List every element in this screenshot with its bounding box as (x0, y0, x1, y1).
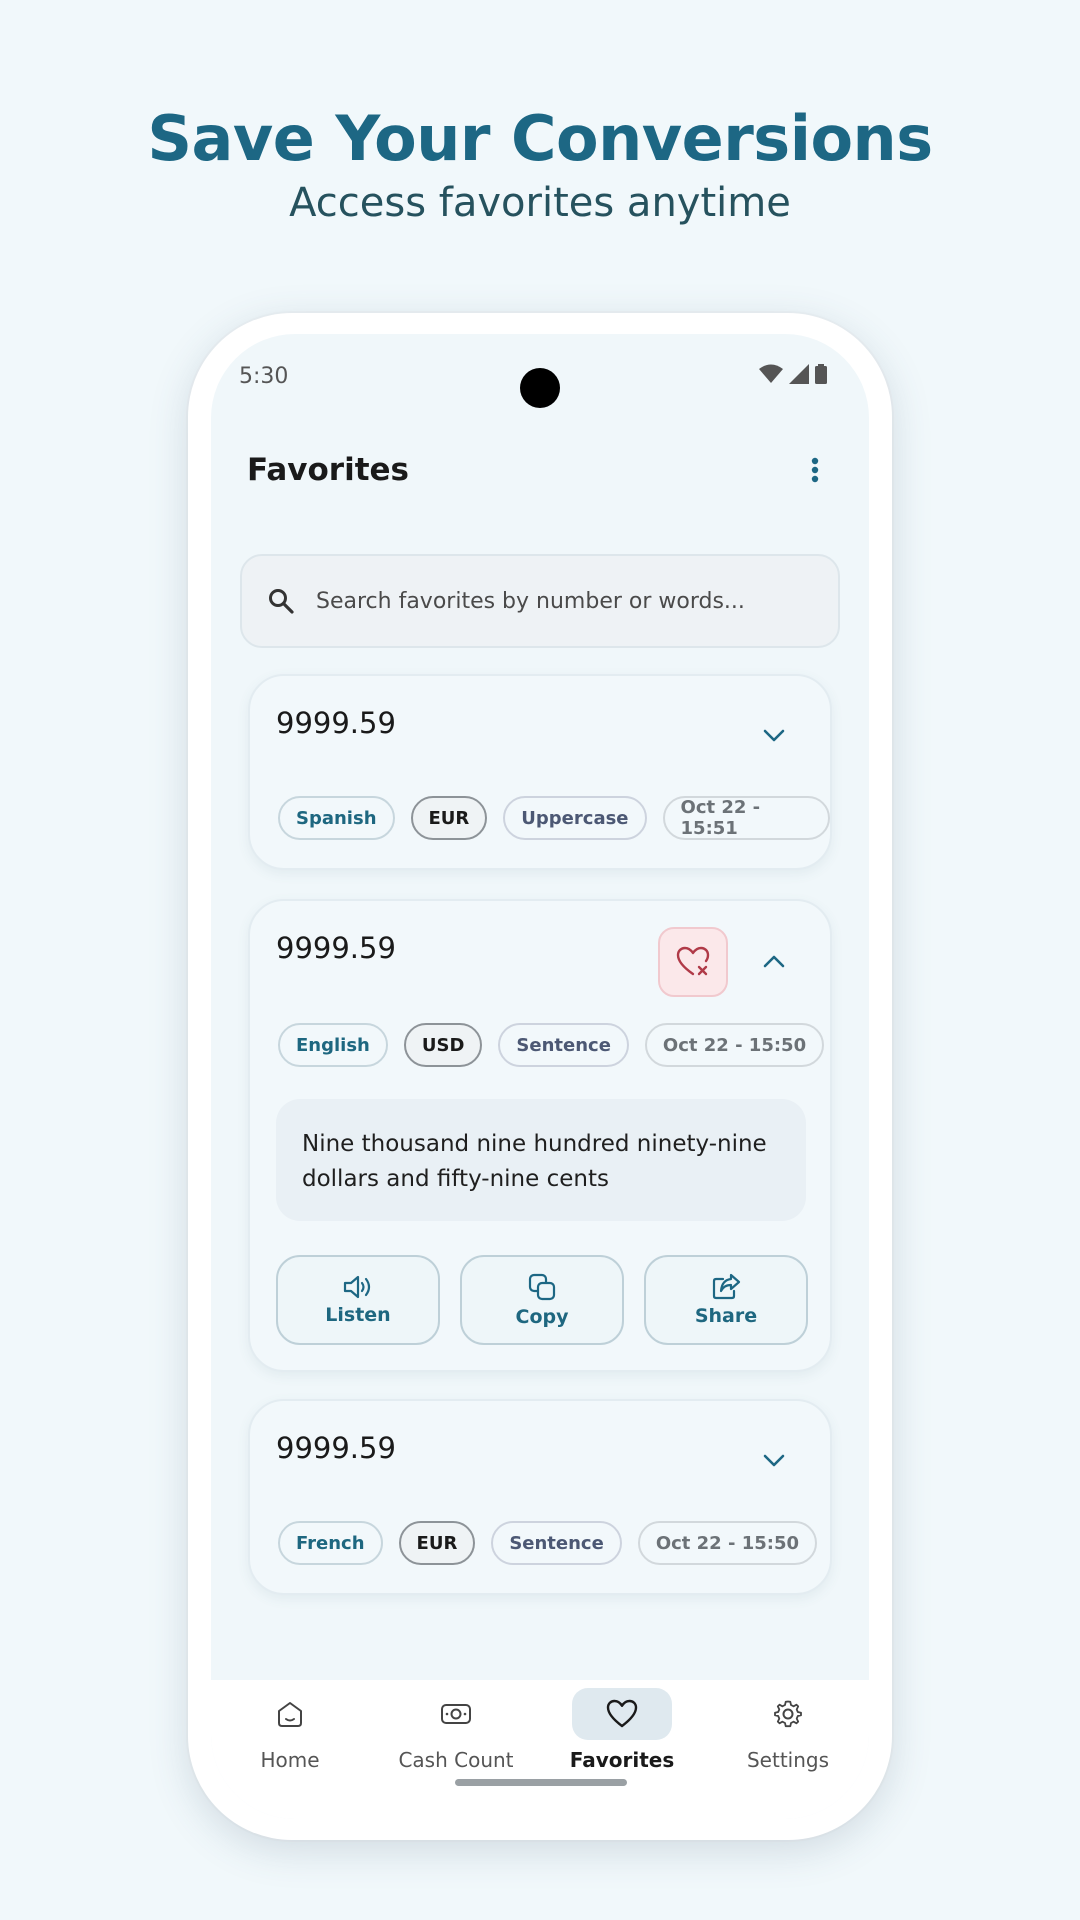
wifi-icon (759, 364, 783, 383)
nav-item-settings[interactable]: Settings (713, 1688, 863, 1788)
bottom-navigation: Home Cash Count Favorites Settings (211, 1680, 869, 1819)
promo-subheadline: Access favorites anytime (289, 180, 791, 226)
nav-label-favorites: Favorites (569, 1748, 675, 1772)
listen-label: Listen (325, 1304, 391, 1326)
battery-icon (815, 364, 827, 384)
tag-row: Spanish EUR Uppercase Oct 22 - 15:51 (278, 796, 830, 840)
copy-icon (528, 1273, 556, 1301)
currency-chip: USD (403, 1023, 483, 1067)
nav-icon-container (738, 1688, 838, 1740)
nav-item-cash-count[interactable]: Cash Count (381, 1688, 531, 1788)
date-chip: Oct 22 - 15:50 (644, 1023, 825, 1067)
nav-icon-container (406, 1688, 506, 1740)
search-icon (269, 589, 294, 614)
more-options-button[interactable] (797, 452, 833, 488)
phone-frame: 5:30 Favorites 9999.59 (188, 313, 892, 1840)
expand-button[interactable] (756, 1443, 792, 1479)
listen-button[interactable]: Listen (276, 1255, 440, 1345)
favorite-number: 9999.59 (276, 706, 396, 740)
search-bar[interactable] (240, 554, 840, 648)
share-button[interactable]: Share (644, 1255, 808, 1345)
language-chip: Spanish (278, 796, 395, 840)
search-input[interactable] (316, 588, 796, 614)
chevron-down-icon (763, 1454, 785, 1467)
status-time: 5:30 (239, 364, 289, 389)
currency-chip: EUR (410, 796, 488, 840)
tag-row: French EUR Sentence Oct 22 - 15:50 (278, 1521, 818, 1565)
share-label: Share (694, 1305, 758, 1327)
currency-chip: EUR (398, 1521, 476, 1565)
app-screen: 5:30 Favorites 9999.59 (211, 334, 869, 1819)
nav-label-cash-count: Cash Count (398, 1748, 514, 1772)
gear-icon (774, 1700, 802, 1728)
gesture-handle[interactable] (455, 1779, 627, 1786)
heart-remove-icon (676, 946, 710, 976)
copy-button[interactable]: Copy (460, 1255, 624, 1345)
promo-headline: Save Your Conversions (147, 102, 933, 175)
conversion-words: Nine thousand nine hundred ninety-nine d… (276, 1099, 806, 1221)
case-chip: Uppercase (503, 796, 647, 840)
status-icons (759, 364, 827, 384)
nav-item-home[interactable]: Home (215, 1688, 365, 1788)
speaker-icon (343, 1275, 371, 1299)
page-title: Favorites (247, 452, 409, 488)
heart-icon (606, 1699, 638, 1728)
chevron-up-icon (763, 955, 785, 968)
nav-label-settings: Settings (746, 1748, 830, 1772)
favorite-number: 9999.59 (276, 931, 396, 965)
copy-label: Copy (515, 1306, 569, 1328)
nav-icon-container (572, 1688, 672, 1740)
tag-row: English USD Sentence Oct 22 - 15:50 (278, 1023, 825, 1067)
collapse-button[interactable] (756, 943, 792, 979)
cellular-signal-icon (789, 364, 809, 384)
language-chip: French (278, 1521, 383, 1565)
language-chip: English (278, 1023, 388, 1067)
favorite-card-expanded[interactable]: 9999.59 English USD Sentence Oct 22 - 15… (248, 899, 832, 1372)
date-chip: Oct 22 - 15:51 (662, 796, 830, 840)
home-icon (278, 1702, 302, 1727)
share-icon (712, 1273, 741, 1300)
nav-item-favorites[interactable]: Favorites (547, 1688, 697, 1788)
status-bar: 5:30 (211, 334, 869, 424)
date-chip: Oct 22 - 15:50 (637, 1521, 818, 1565)
remove-favorite-button[interactable] (658, 927, 728, 997)
nav-label-home: Home (260, 1748, 320, 1772)
chevron-down-icon (763, 729, 785, 742)
case-chip: Sentence (491, 1521, 622, 1565)
favorite-card[interactable]: 9999.59 Spanish EUR Uppercase Oct 22 - 1… (248, 674, 832, 870)
case-chip: Sentence (498, 1023, 629, 1067)
nav-icon-container (240, 1688, 340, 1740)
action-row: Listen Copy Share (276, 1255, 808, 1345)
expand-button[interactable] (756, 718, 792, 754)
favorite-number: 9999.59 (276, 1431, 396, 1465)
favorite-card[interactable]: 9999.59 French EUR Sentence Oct 22 - 15:… (248, 1399, 832, 1595)
front-camera (520, 368, 560, 408)
more-vert-icon (811, 457, 819, 483)
cash-icon (441, 1704, 471, 1724)
